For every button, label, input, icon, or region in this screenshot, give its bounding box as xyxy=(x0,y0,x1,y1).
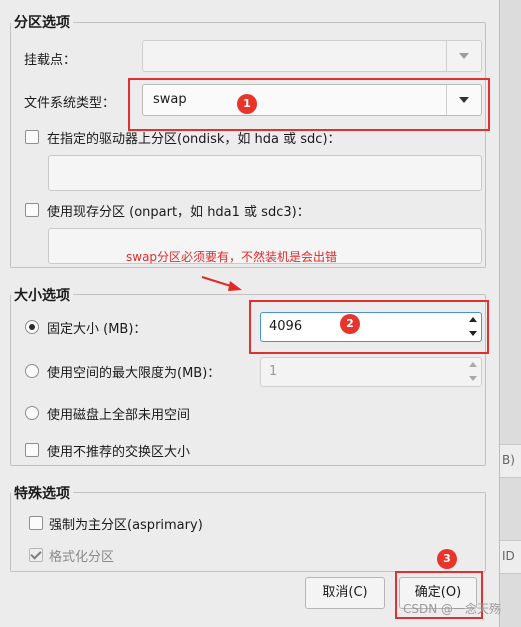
arrow-up-icon xyxy=(469,362,477,367)
onpart-checkbox[interactable] xyxy=(25,203,39,217)
special-options-title: 特殊选项 xyxy=(11,483,73,503)
onpart-label: 使用现存分区 (onpart，如 hda1 或 sdc3)： xyxy=(47,205,310,220)
max-size-value: 1 xyxy=(269,364,278,379)
step-badge-1: 1 xyxy=(237,94,257,114)
highlight-box-2 xyxy=(249,300,489,354)
background-fragment: B) xyxy=(500,444,521,478)
max-size-label: 使用空间的最大限度为(MB)： xyxy=(47,366,221,381)
cancel-button[interactable]: 取消(C) xyxy=(305,577,385,609)
csdn-watermark: CSDN @一念天殇 xyxy=(402,602,501,616)
ondisk-input[interactable] xyxy=(48,155,482,191)
arrow-down-icon xyxy=(469,376,477,381)
partition-dialog: 分区选项 挂载点： 文件系统类型： swap 1 在指定的驱动器上分区(ondi… xyxy=(0,0,499,627)
highlight-box-1 xyxy=(128,78,490,131)
mount-point-label: 挂载点： xyxy=(24,53,77,68)
all-unused-radio[interactable] xyxy=(25,406,39,420)
fixed-size-radio[interactable] xyxy=(25,320,39,334)
all-unused-label: 使用磁盘上全部未用空间 xyxy=(47,408,191,423)
format-checkbox[interactable] xyxy=(29,548,43,562)
red-arrow-icon xyxy=(201,276,242,291)
background-window-edge: B) ID xyxy=(499,0,521,627)
swap-required-note: swap分区必须要有，不然装机是会出错 xyxy=(126,250,338,264)
recommended-swap-label: 使用不推荐的交换区大小 xyxy=(47,445,191,460)
format-label: 格式化分区 xyxy=(49,550,115,565)
step-badge-3: 3 xyxy=(437,549,457,569)
mount-point-combobox[interactable] xyxy=(142,40,482,72)
mount-point-dropdown-button[interactable] xyxy=(446,41,481,71)
decrement-button[interactable] xyxy=(467,372,479,385)
size-options-title: 大小选项 xyxy=(11,285,73,305)
max-size-radio[interactable] xyxy=(25,364,39,378)
recommended-swap-checkbox[interactable] xyxy=(25,443,39,457)
asprimary-label: 强制为主分区(asprimary) xyxy=(49,518,203,533)
fs-type-label: 文件系统类型： xyxy=(24,96,116,111)
max-size-spinbox[interactable]: 1 xyxy=(260,357,482,387)
fixed-size-label: 固定大小 (MB)： xyxy=(47,322,147,337)
background-fragment: ID xyxy=(500,540,521,574)
increment-button[interactable] xyxy=(467,359,479,372)
step-badge-2: 2 xyxy=(340,314,360,334)
ondisk-label: 在指定的驱动器上分区(ondisk，如 hda 或 sdc)： xyxy=(47,132,341,147)
chevron-down-icon xyxy=(459,53,469,59)
ondisk-checkbox[interactable] xyxy=(25,130,39,144)
asprimary-checkbox[interactable] xyxy=(29,516,43,530)
partition-options-title: 分区选项 xyxy=(11,12,73,32)
